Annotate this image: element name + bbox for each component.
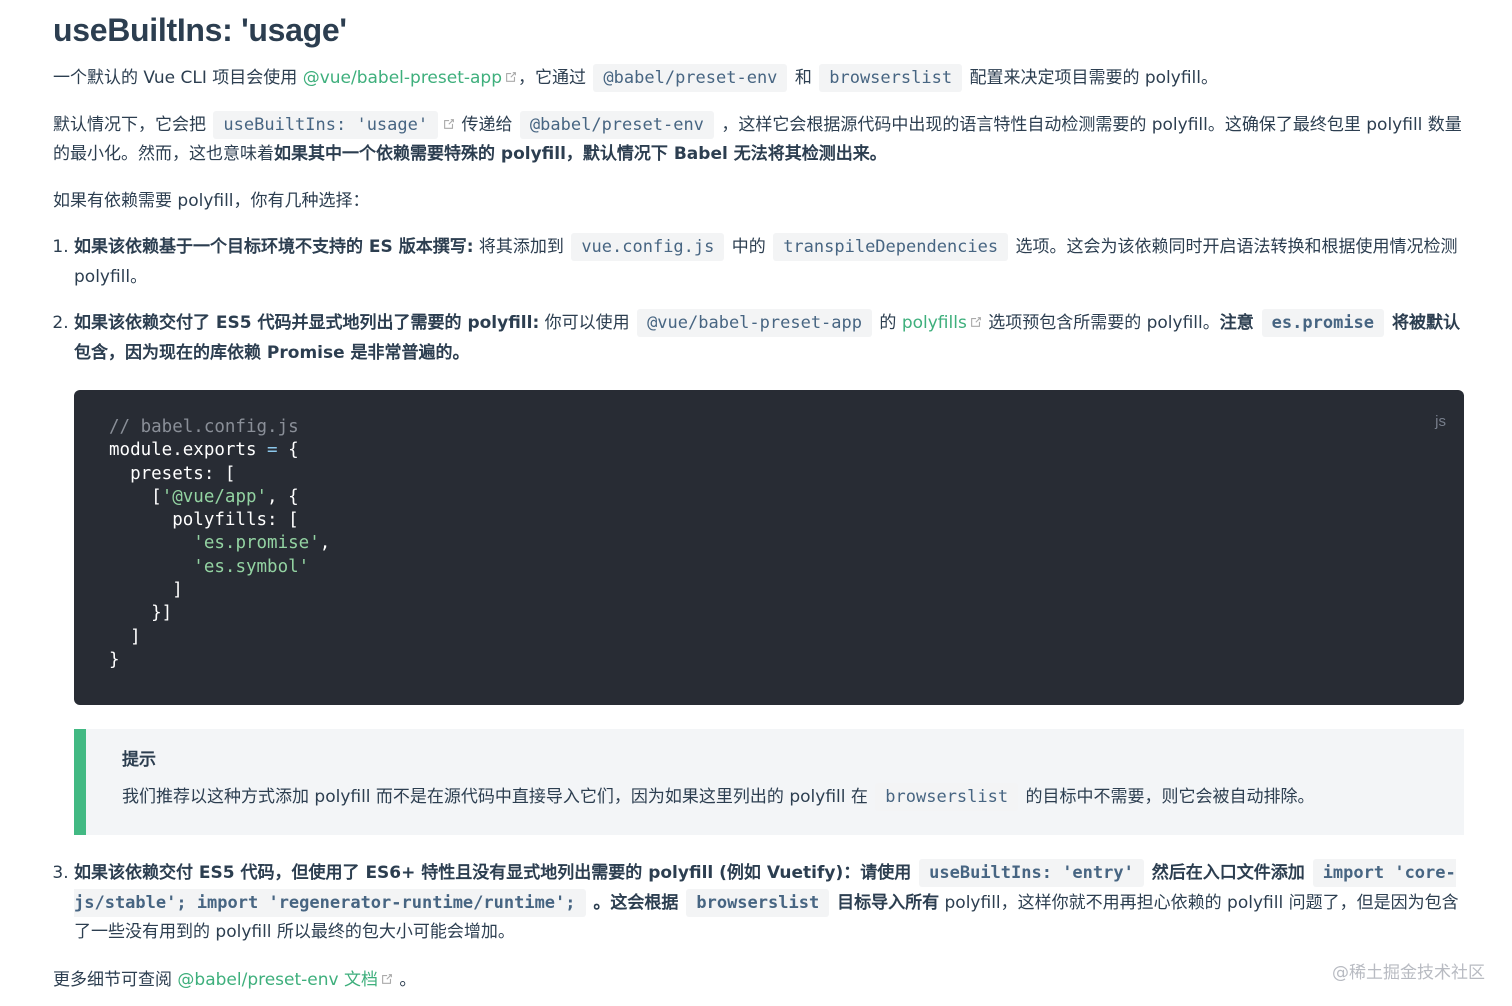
babel-preset-env-docs-link[interactable]: @babel/preset-env 文档 bbox=[177, 970, 394, 990]
tip-title: 提示 bbox=[122, 750, 156, 770]
list-item: 如果该依赖交付了 ES5 代码并显式地列出了需要的 polyfill: 你可以使… bbox=[74, 309, 1464, 835]
section-title: useBuiltIns: 'usage' bbox=[53, 12, 347, 48]
paragraph-intro: 一个默认的 Vue CLI 项目会使用 @vue/babel-preset-ap… bbox=[53, 64, 1464, 94]
inline-code-vue-config: vue.config.js bbox=[571, 233, 725, 261]
options-list: 如果该依赖基于一个目标环境不支持的 ES 版本撰写: 将其添加到 vue.con… bbox=[53, 233, 1464, 948]
code-content: // babel.config.js module.exports = { pr… bbox=[109, 417, 331, 670]
external-link-icon bbox=[382, 973, 392, 984]
inline-code-usebuiltins-entry: useBuiltIns: 'entry' bbox=[919, 859, 1144, 887]
bold-warning: 如果其中一个依赖需要特殊的 polyfill，默认情况下 Babel 无法将其检… bbox=[274, 144, 887, 164]
doc-page: useBuiltIns: 'usage' 一个默认的 Vue CLI 项目会使用… bbox=[0, 0, 1512, 995]
tip-box: 提示 我们推荐以这种方式添加 polyfill 而不是在源代码中直接导入它们，因… bbox=[74, 729, 1464, 835]
list-item: 如果该依赖交付 ES5 代码，但使用了 ES6+ 特性且没有显式地列出需要的 p… bbox=[74, 859, 1464, 948]
external-link-icon bbox=[970, 317, 981, 327]
inline-code-babel-preset-app: @vue/babel-preset-app bbox=[637, 309, 872, 337]
watermark: @稀土掘金技术社区 bbox=[1332, 963, 1485, 983]
paragraph-more-details: 更多细节可查阅 @babel/preset-env 文档 。 bbox=[53, 969, 417, 990]
polyfills-link[interactable]: polyfills bbox=[902, 313, 983, 333]
paragraph-options: 如果有依赖需要 polyfill，你有几种选择： bbox=[53, 190, 370, 211]
inline-code-preset-env: @babel/preset-env bbox=[519, 110, 714, 139]
inline-code-browserslist: browserslist bbox=[819, 64, 963, 92]
code-block: js // babel.config.js module.exports = {… bbox=[74, 390, 1464, 705]
inline-code-browserslist: browserslist bbox=[875, 783, 1019, 811]
babel-preset-app-link[interactable]: @vue/babel-preset-app bbox=[303, 68, 518, 88]
list-item: 如果该依赖基于一个目标环境不支持的 ES 版本撰写: 将其添加到 vue.con… bbox=[74, 233, 1464, 292]
inline-code-es-promise: es.promise bbox=[1261, 309, 1385, 337]
inline-code-transpile-deps: transpileDependencies bbox=[773, 233, 1009, 261]
tip-text: 我们推荐以这种方式添加 polyfill 而不是在源代码中直接导入它们，因为如果… bbox=[122, 783, 1428, 813]
inline-code-browserslist: browserslist bbox=[686, 888, 830, 917]
paragraph-default-behavior: 默认情况下，它会把 useBuiltIns: 'usage' 传递给 @babe… bbox=[53, 110, 1464, 170]
usebuiltins-usage-link[interactable]: useBuiltIns: 'usage' bbox=[211, 110, 456, 139]
inline-code-preset-env: @babel/preset-env bbox=[593, 64, 788, 92]
external-link-icon bbox=[444, 118, 455, 129]
code-language-label: js bbox=[1435, 413, 1446, 430]
external-link-icon bbox=[506, 72, 516, 82]
